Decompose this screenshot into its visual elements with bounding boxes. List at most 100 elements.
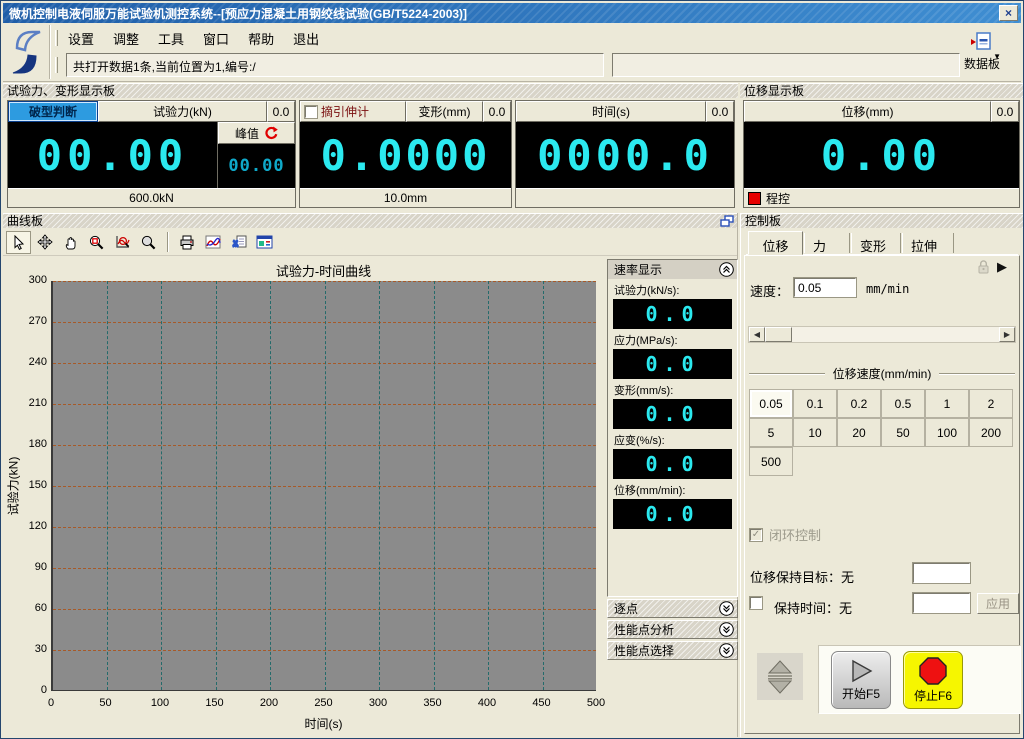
tab-deform[interactable]: 变形 <box>851 233 901 253</box>
zoom-curve-icon <box>115 235 131 250</box>
menu-item-tools[interactable]: 工具 <box>156 28 186 49</box>
pointwise-panel-header[interactable]: 逐点 <box>607 599 738 618</box>
speed-button-100[interactable]: 100 <box>925 418 969 447</box>
jog-updown-button[interactable] <box>757 653 803 700</box>
apply-button[interactable]: 应用 <box>977 593 1019 614</box>
speed-button-0.1[interactable]: 0.1 <box>793 389 837 418</box>
zoom-curve-tool-button[interactable] <box>110 231 135 254</box>
x-tick-label: 500 <box>580 697 612 709</box>
speed-button-5[interactable]: 5 <box>749 418 793 447</box>
hold-target-input[interactable] <box>913 563 970 583</box>
jog-direction-icon[interactable]: ▶ <box>997 259 1007 275</box>
chart-plot[interactable] <box>51 281 596 691</box>
speed-button-0.2[interactable]: 0.2 <box>837 389 881 418</box>
rate-force-value: 0.0 <box>613 299 732 329</box>
rate-display-panel: 速率显示 试验力(kN/s): 0.0 应力(MPa/s): 0.0 变形(mm… <box>607 259 738 597</box>
app-window: 微机控制电液伺服万能试验机测控系统--[预应力混凝土用钢绞线试验(GB/T522… <box>0 0 1024 739</box>
zoom-region-icon <box>89 235 104 250</box>
print-button[interactable] <box>174 231 199 254</box>
databoard-icon <box>971 32 993 50</box>
x-tick-label: 300 <box>362 697 394 709</box>
force-panel-title: 试验力、变形显示板 <box>3 83 738 98</box>
expand-down-icon[interactable] <box>719 643 734 658</box>
hold-time-input[interactable] <box>913 593 970 613</box>
zoom-region-tool-button[interactable] <box>84 231 109 254</box>
v-gridline <box>488 281 489 690</box>
hold-time-checkbox[interactable] <box>750 597 762 609</box>
performance-select-panel-header[interactable]: 性能点选择 <box>607 641 738 660</box>
pointwise-label: 逐点 <box>614 600 638 617</box>
move-tool-button[interactable] <box>32 231 57 254</box>
speed-button-1[interactable]: 1 <box>925 389 969 418</box>
force-header-button[interactable]: 试验力(kN) <box>98 101 267 122</box>
toolbar-grip <box>55 57 58 73</box>
zoom-out-tool-button[interactable] <box>136 231 161 254</box>
speed-button-10[interactable]: 10 <box>793 418 837 447</box>
menu-item-window[interactable]: 窗口 <box>201 28 231 49</box>
y-tick-label: 0 <box>7 684 47 696</box>
speed-scrollbar[interactable]: ◀ ▶ <box>748 326 1016 343</box>
start-button[interactable]: 开始F5 <box>831 651 891 709</box>
expand-down-icon[interactable] <box>719 622 734 637</box>
speed-input[interactable] <box>794 278 856 297</box>
divider <box>749 373 825 375</box>
speed-button-50[interactable]: 50 <box>881 418 925 447</box>
tab-displacement[interactable]: 位移 <box>748 231 803 255</box>
peak-lcd-display: 00.00 <box>218 144 295 188</box>
databoard-dropdown-icon[interactable]: ▼ <box>993 52 1001 61</box>
extensometer-checkbox[interactable] <box>305 106 317 118</box>
y-tick-label: 60 <box>7 602 47 614</box>
speed-button-2[interactable]: 2 <box>969 389 1013 418</box>
time-aux-value: 0.0 <box>706 101 734 122</box>
collapse-up-icon[interactable] <box>719 262 734 277</box>
restore-window-button[interactable] <box>720 215 734 228</box>
databoard-button[interactable]: ▼ 数据板 <box>951 27 1013 77</box>
rate-stress-value: 0.0 <box>613 349 732 379</box>
start-play-icon <box>848 658 874 684</box>
menu-item-adjust[interactable]: 调整 <box>111 28 141 49</box>
expand-down-icon[interactable] <box>719 601 734 616</box>
closed-loop-checkbox[interactable]: ✓ <box>750 529 762 541</box>
speed-button-0.05[interactable]: 0.05 <box>749 389 793 418</box>
status-empty-field <box>612 53 960 77</box>
v-gridline <box>325 281 326 690</box>
window-title: 微机控制电液伺服万能试验机测控系统--[预应力混凝土用钢绞线试验(GB/T522… <box>9 5 467 22</box>
data-window-button[interactable] <box>252 231 277 254</box>
scrollbar-thumb[interactable] <box>765 327 792 342</box>
curve-export-button[interactable] <box>226 231 251 254</box>
peak-button[interactable]: 峰值 <box>218 122 295 144</box>
curve-settings-button[interactable] <box>200 231 225 254</box>
x-tick-label: 400 <box>471 697 503 709</box>
rate-displacement-label: 位移(mm/min): <box>608 479 737 499</box>
speed-button-0.5[interactable]: 0.5 <box>881 389 925 418</box>
displacement-header-button[interactable]: 位移(mm) <box>744 101 991 122</box>
rate-strain-label: 应变(%/s): <box>608 429 737 449</box>
speed-button-200[interactable]: 200 <box>969 418 1013 447</box>
deform-header-button[interactable]: 变形(mm) <box>406 101 483 122</box>
extensometer-toggle[interactable]: 摘引伸计 <box>300 101 406 122</box>
menu-item-exit[interactable]: 退出 <box>291 28 321 49</box>
menu-item-help[interactable]: 帮助 <box>246 28 276 49</box>
performance-analysis-panel-header[interactable]: 性能点分析 <box>607 620 738 639</box>
print-icon <box>179 235 195 250</box>
cursor-icon <box>12 235 26 250</box>
speed-button-500[interactable]: 500 <box>749 447 793 476</box>
x-axis-label: 时间(s) <box>51 715 596 732</box>
time-header-button[interactable]: 时间(s) <box>516 101 706 122</box>
tab-force[interactable]: 力 <box>804 233 850 253</box>
displacement-display-panel: 位移显示板 位移(mm) 0.0 0.00 程控 <box>740 83 1023 211</box>
stop-button[interactable]: 停止F6 <box>903 651 963 709</box>
curve-chart-icon <box>205 235 221 250</box>
speed-button-20[interactable]: 20 <box>837 418 881 447</box>
break-detect-button[interactable]: 破型判断 <box>8 101 98 122</box>
tab-tension[interactable]: 拉伸 <box>902 233 954 253</box>
peak-reset-icon[interactable] <box>264 126 278 140</box>
speed-label: 速度： <box>750 281 789 300</box>
cursor-tool-button[interactable] <box>6 231 31 254</box>
x-tick-label: 350 <box>417 697 449 709</box>
scrollbar-right-arrow[interactable]: ▶ <box>999 327 1015 342</box>
pan-tool-button[interactable] <box>58 231 83 254</box>
menu-item-settings[interactable]: 设置 <box>66 28 96 49</box>
close-button[interactable]: × <box>999 5 1018 21</box>
scrollbar-left-arrow[interactable]: ◀ <box>749 327 765 342</box>
